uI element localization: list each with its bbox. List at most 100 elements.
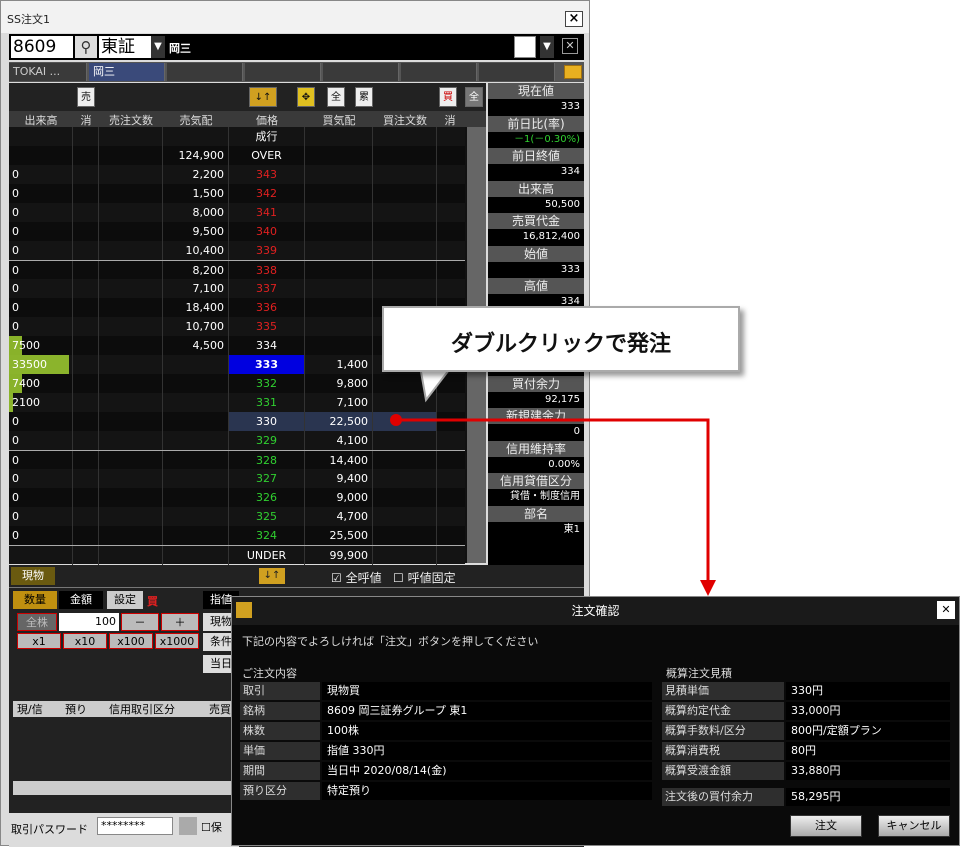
buy-orders-cell[interactable] (373, 546, 437, 565)
bid-cell[interactable]: 22,500 (305, 412, 373, 431)
tab-empty[interactable] (323, 63, 399, 81)
bid-cell[interactable] (305, 261, 373, 280)
buy-orders-cell[interactable] (373, 261, 437, 280)
sell-orders-cell[interactable] (99, 374, 163, 393)
ask-cell[interactable] (163, 393, 229, 412)
ask-cell[interactable] (163, 526, 229, 545)
price-cell[interactable]: 342 (229, 184, 305, 203)
sell-orders-cell[interactable] (99, 184, 163, 203)
scroll-arrows-icon[interactable]: ↓↑ (249, 87, 277, 107)
sell-orders-cell[interactable] (99, 488, 163, 507)
cancel-buy-cell[interactable] (437, 526, 463, 545)
bid-cell[interactable] (305, 222, 373, 241)
price-cell[interactable]: 340 (229, 222, 305, 241)
sell-orders-cell[interactable] (99, 203, 163, 222)
bid-cell[interactable]: 4,700 (305, 507, 373, 526)
chevron-down-icon[interactable]: ▼ (540, 36, 554, 58)
price-cell[interactable]: UNDER (229, 546, 305, 565)
bid-cell[interactable]: 9,400 (305, 469, 373, 488)
bid-cell[interactable]: 99,900 (305, 546, 373, 565)
cancel-buy-cell[interactable] (437, 127, 463, 146)
keyboard-icon[interactable] (179, 817, 197, 835)
sell-orders-cell[interactable] (99, 165, 163, 184)
buy-orders-cell[interactable] (373, 165, 437, 184)
price-cell[interactable]: 334 (229, 336, 305, 355)
ask-cell[interactable] (163, 507, 229, 526)
sell-icon[interactable]: 売 (77, 87, 95, 107)
password-input[interactable]: ******** (97, 817, 173, 835)
bid-cell[interactable] (305, 127, 373, 146)
price-cell[interactable]: 338 (229, 261, 305, 280)
ask-cell[interactable]: 1,500 (163, 184, 229, 203)
price-cell[interactable]: 327 (229, 469, 305, 488)
sell-orders-cell[interactable] (99, 146, 163, 165)
tab-empty[interactable] (167, 63, 243, 81)
buy-orders-cell[interactable] (373, 127, 437, 146)
sell-orders-cell[interactable] (99, 336, 163, 355)
cancel-buy-cell[interactable] (437, 165, 463, 184)
bid-cell[interactable]: 7,100 (305, 393, 373, 412)
cancel-buy-cell[interactable] (437, 261, 463, 280)
fixed-yobine-checkbox[interactable]: ☐ 呼値固定 (393, 569, 456, 586)
price-cell[interactable]: 332 (229, 374, 305, 393)
bid-cell[interactable] (305, 203, 373, 222)
buy-orders-cell[interactable] (373, 451, 437, 470)
ask-cell[interactable]: 4,500 (163, 336, 229, 355)
cancel-sell-cell[interactable] (73, 279, 99, 298)
cancel-sell-cell[interactable] (73, 488, 99, 507)
cancel-buy-cell[interactable] (437, 546, 463, 565)
buy-orders-cell[interactable] (373, 279, 437, 298)
bid-cell[interactable]: 9,800 (305, 374, 373, 393)
ask-cell[interactable]: 8,200 (163, 261, 229, 280)
cancel-sell-cell[interactable] (73, 393, 99, 412)
buy-orders-cell[interactable] (373, 469, 437, 488)
price-cell[interactable]: 335 (229, 317, 305, 336)
price-cell[interactable]: 341 (229, 203, 305, 222)
sell-orders-cell[interactable] (99, 507, 163, 526)
ask-cell[interactable]: 7,100 (163, 279, 229, 298)
price-cell[interactable]: 324 (229, 526, 305, 545)
sell-orders-cell[interactable] (99, 222, 163, 241)
ask-cell[interactable]: 124,900 (163, 146, 229, 165)
sell-orders-cell[interactable] (99, 279, 163, 298)
cancel-buy-cell[interactable] (437, 469, 463, 488)
board-row[interactable]: 0 328 14,400 (9, 450, 465, 470)
ask-cell[interactable] (163, 374, 229, 393)
buy-icon[interactable]: 買 (439, 87, 457, 107)
dialog-close-button[interactable]: ✕ (937, 601, 955, 619)
ask-cell[interactable]: 10,700 (163, 317, 229, 336)
sell-orders-cell[interactable] (99, 355, 163, 374)
search-icon[interactable]: ⚲ (75, 36, 97, 58)
cancel-sell-cell[interactable] (73, 165, 99, 184)
qty-input[interactable]: 100 (59, 613, 119, 631)
cancel-sell-cell[interactable] (73, 241, 99, 260)
sell-orders-cell[interactable] (99, 317, 163, 336)
board-row[interactable]: 0 326 9,000 (9, 488, 465, 507)
sell-orders-cell[interactable] (99, 127, 163, 146)
bid-cell[interactable]: 14,400 (305, 451, 373, 470)
cancel-sell-cell[interactable] (73, 127, 99, 146)
cancel-sell-cell[interactable] (73, 298, 99, 317)
price-cell[interactable]: 329 (229, 431, 305, 450)
board-row[interactable]: 0 9,500 340 (9, 222, 465, 241)
ask-cell[interactable] (163, 488, 229, 507)
cancel-buy-cell[interactable] (437, 146, 463, 165)
minus-button[interactable]: － (121, 613, 159, 631)
bid-cell[interactable]: 1,400 (305, 355, 373, 374)
cancel-sell-cell[interactable] (73, 184, 99, 203)
cancel-buy-cell[interactable] (437, 488, 463, 507)
x1-button[interactable]: x1 (17, 633, 61, 649)
bid-cell[interactable] (305, 298, 373, 317)
tab-empty[interactable] (401, 63, 477, 81)
cancel-sell-cell[interactable] (73, 222, 99, 241)
buy-orders-cell[interactable] (373, 526, 437, 545)
x100-button[interactable]: x100 (109, 633, 153, 649)
board-row[interactable]: 0 327 9,400 (9, 469, 465, 488)
order-button[interactable]: 注文 (790, 815, 862, 837)
bid-cell[interactable]: 4,100 (305, 431, 373, 450)
buy-orders-cell[interactable] (373, 241, 437, 260)
board-row[interactable]: 7400 332 9,800 (9, 374, 465, 393)
board-row[interactable]: 0 1,500 342 (9, 184, 465, 203)
price-cell[interactable]: 326 (229, 488, 305, 507)
board-row[interactable]: 0 325 4,700 (9, 507, 465, 526)
